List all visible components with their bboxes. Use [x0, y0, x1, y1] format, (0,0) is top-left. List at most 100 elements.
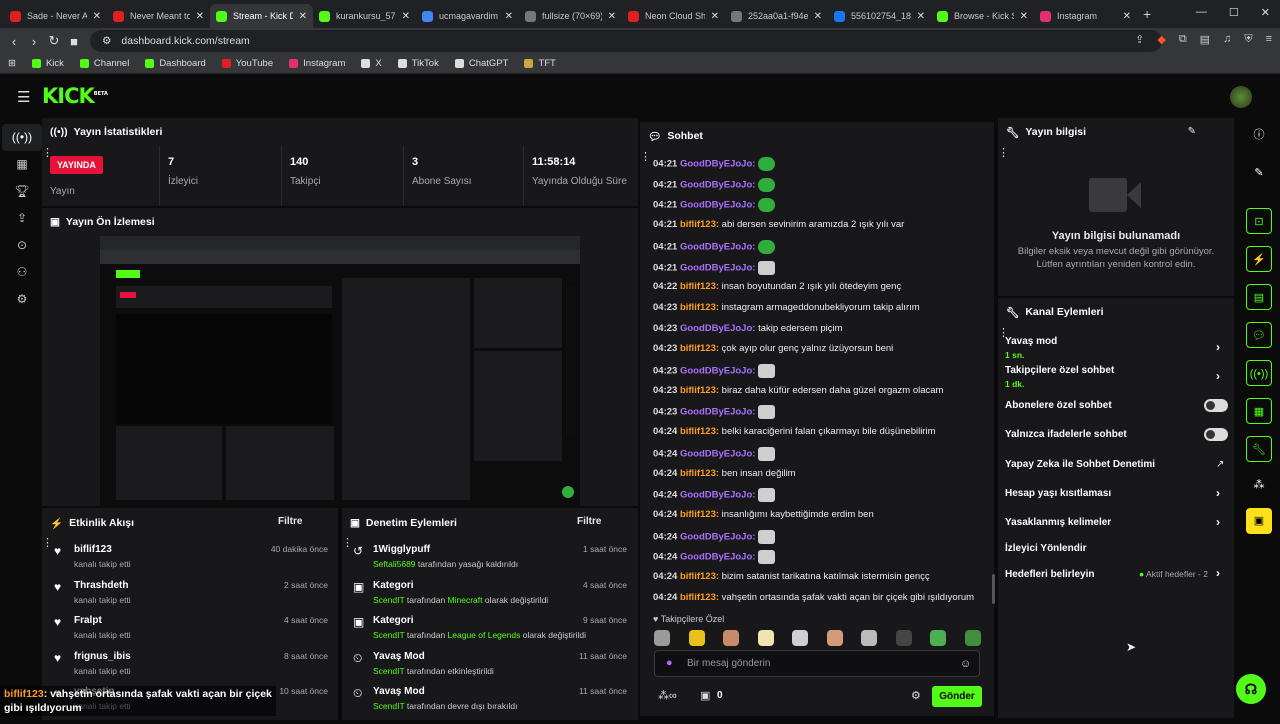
chat-username[interactable]: biflif123: — [680, 509, 719, 520]
yellow-app-icon[interactable]: ▣ — [1246, 508, 1272, 534]
emotes-chat-toggle[interactable] — [1204, 428, 1228, 441]
tab-close-icon[interactable]: ✕ — [505, 11, 513, 22]
emote-picker-item[interactable] — [826, 630, 843, 646]
chat-username[interactable]: GoodDByEJoJo: — [680, 448, 755, 459]
browser-tab[interactable]: 252aa0a1-f94e-4ea ✕ — [725, 4, 828, 28]
mod-actor[interactable]: ScendIT — [373, 595, 405, 605]
moderation-filter-button[interactable]: Filtre — [577, 516, 601, 527]
mic-icon[interactable]: ● — [666, 657, 673, 669]
media-icon[interactable]: ♫ — [1223, 33, 1231, 46]
trophy-icon[interactable]: 🏆︎ — [2, 178, 42, 205]
tab-close-icon[interactable]: ✕ — [917, 11, 925, 22]
bookmark-item[interactable]: YouTube — [221, 58, 273, 69]
chevron-right-icon[interactable]: › — [1216, 340, 1220, 354]
chat-username[interactable]: biflif123: — [680, 426, 719, 437]
maximize-icon[interactable]: ☐ — [1229, 6, 1239, 19]
bookmark-item[interactable]: TikTok — [397, 58, 439, 69]
chat-username[interactable]: GoodDByEJoJo: — [680, 407, 755, 418]
kick-logo[interactable]: KICKBETA — [42, 84, 108, 108]
emote-picker-item[interactable] — [688, 630, 705, 646]
chevron-right-icon[interactable]: › — [1216, 515, 1220, 529]
browser-tab[interactable]: fullsize (70×69) ✕ — [519, 4, 622, 28]
activity-user[interactable]: biflif123 — [74, 544, 112, 555]
browser-tab[interactable]: Stream - Kick D ✕ — [210, 4, 313, 28]
chat-username[interactable]: biflif123: — [680, 385, 719, 396]
emote-picker-item[interactable] — [930, 630, 946, 646]
extensions-icon[interactable]: ⧉ — [1179, 33, 1187, 46]
browser-tab[interactable]: ucmagavardim inst ✕ — [416, 4, 519, 28]
tab-close-icon[interactable]: ✕ — [711, 11, 719, 22]
reload-icon[interactable]: ↻ — [44, 33, 64, 49]
new-tab-icon[interactable]: + — [1143, 6, 1151, 22]
moderation-tool-icon[interactable]: ⊡ — [1246, 208, 1272, 234]
browser-tab[interactable]: Instagram ✕ — [1034, 4, 1137, 28]
bookmark-item[interactable]: Dashboard — [145, 58, 206, 69]
chat-username[interactable]: GoodDByEJoJo: — [680, 262, 755, 273]
send-button[interactable]: Gönder — [932, 686, 982, 707]
emote-picker-item[interactable] — [895, 630, 912, 646]
info-icon[interactable]: ⓘ — [1246, 122, 1272, 148]
chat-input[interactable]: Bir mesaj gönderin — [654, 650, 980, 677]
apps-icon[interactable]: ⊞ — [8, 58, 16, 69]
chat-username[interactable]: GoodDByEJoJo: — [680, 241, 755, 252]
emote-picker-item[interactable] — [964, 630, 981, 646]
menu-icon[interactable]: ≡ — [1266, 33, 1272, 46]
gift-icon[interactable]: ▣ — [700, 689, 710, 702]
chat-more-icon[interactable]: ⋮ — [640, 151, 651, 163]
hamburger-menu-icon[interactable]: ☰ — [17, 88, 30, 106]
tab-close-icon[interactable]: ✕ — [196, 11, 204, 22]
chat-username[interactable]: GoodDByEJoJo: — [680, 552, 755, 563]
browser-tab[interactable]: Neon Cloud Shape ✕ — [622, 4, 725, 28]
edit-icon[interactable]: ✎ — [1188, 126, 1196, 137]
redirect-viewers-label[interactable]: İzleyici Yönlendir — [1005, 543, 1087, 554]
mod-actor[interactable]: ScendIT — [373, 666, 405, 676]
activity-user[interactable]: frignus_ibis — [74, 651, 131, 662]
chat-username[interactable]: biflif123: — [680, 281, 719, 292]
browser-tab[interactable]: Never Meant to Bel ✕ — [107, 4, 210, 28]
pencil-icon[interactable]: ✎ — [1246, 160, 1272, 186]
bookmark-item[interactable]: Channel — [79, 58, 129, 69]
chat-username[interactable]: biflif123: — [680, 571, 719, 582]
users-icon[interactable]: ⚇ — [2, 259, 42, 286]
tab-close-icon[interactable]: ✕ — [814, 11, 822, 22]
broadcast-tool-icon[interactable]: ((•)) — [1246, 360, 1272, 386]
goals-label[interactable]: Hedefleri belirleyin — [1005, 569, 1094, 580]
tab-close-icon[interactable]: ✕ — [608, 11, 616, 22]
chevron-right-icon[interactable]: › — [1216, 486, 1220, 500]
mod-actor[interactable]: ScendIT — [373, 630, 405, 640]
chevron-right-icon[interactable]: › — [1216, 566, 1220, 580]
tab-close-icon[interactable]: ✕ — [93, 11, 101, 22]
followers-chat-row[interactable]: Takipçilere özel sohbet 1 dk. — [1005, 365, 1114, 389]
close-window-icon[interactable]: ✕ — [1261, 6, 1270, 19]
chat-username[interactable]: biflif123: — [680, 592, 719, 603]
external-link-icon[interactable]: ↗ — [1216, 459, 1224, 470]
chat-username[interactable]: biflif123: — [680, 219, 719, 230]
wrench-tool-icon[interactable]: 🔧︎ — [1246, 436, 1272, 462]
chat-settings-icon[interactable]: ⚙ — [911, 689, 921, 702]
notes-tool-icon[interactable]: ▤ — [1246, 284, 1272, 310]
emote-picker-item[interactable] — [861, 630, 877, 646]
upload-icon[interactable]: ⇪ — [2, 205, 42, 232]
browser-tab[interactable]: kurankursu_571 Str ✕ — [313, 4, 416, 28]
emote-picker-item[interactable] — [654, 630, 670, 646]
layout-tool-icon[interactable]: ▦ — [1246, 398, 1272, 424]
ai-moderation-label[interactable]: Yapay Zeka ile Sohbet Denetimi — [1005, 459, 1155, 470]
help-chat-icon[interactable]: ☊ — [1236, 674, 1266, 704]
chat-username[interactable]: GoodDByEJoJo: — [680, 323, 755, 334]
browser-tab[interactable]: Sade - Never As Go ✕ — [4, 4, 107, 28]
browser-tab[interactable]: 556102754_18067 ✕ — [828, 4, 931, 28]
mod-actor[interactable]: Seftali5689 — [373, 559, 416, 569]
bookmark-item[interactable]: ChatGPT — [454, 58, 508, 69]
activity-more-icon[interactable]: ⋮ — [42, 537, 53, 549]
user-avatar[interactable] — [1230, 86, 1252, 108]
emoji-icon[interactable]: ☺ — [960, 658, 971, 670]
emote-picker-item[interactable] — [723, 630, 739, 646]
analytics-icon[interactable]: ▦ — [2, 151, 42, 178]
minimize-icon[interactable]: — — [1196, 6, 1207, 19]
chat-tool-icon[interactable]: 💬︎ — [1246, 322, 1272, 348]
chevron-right-icon[interactable]: › — [1216, 369, 1220, 383]
info-more-icon[interactable]: ⋮ — [998, 147, 1009, 159]
chat-username[interactable]: GoodDByEJoJo: — [680, 159, 755, 170]
community-tool-icon[interactable]: ⁂ — [1246, 472, 1272, 498]
slow-mode-row[interactable]: Yavaş mod 1 sn. — [1005, 336, 1057, 360]
